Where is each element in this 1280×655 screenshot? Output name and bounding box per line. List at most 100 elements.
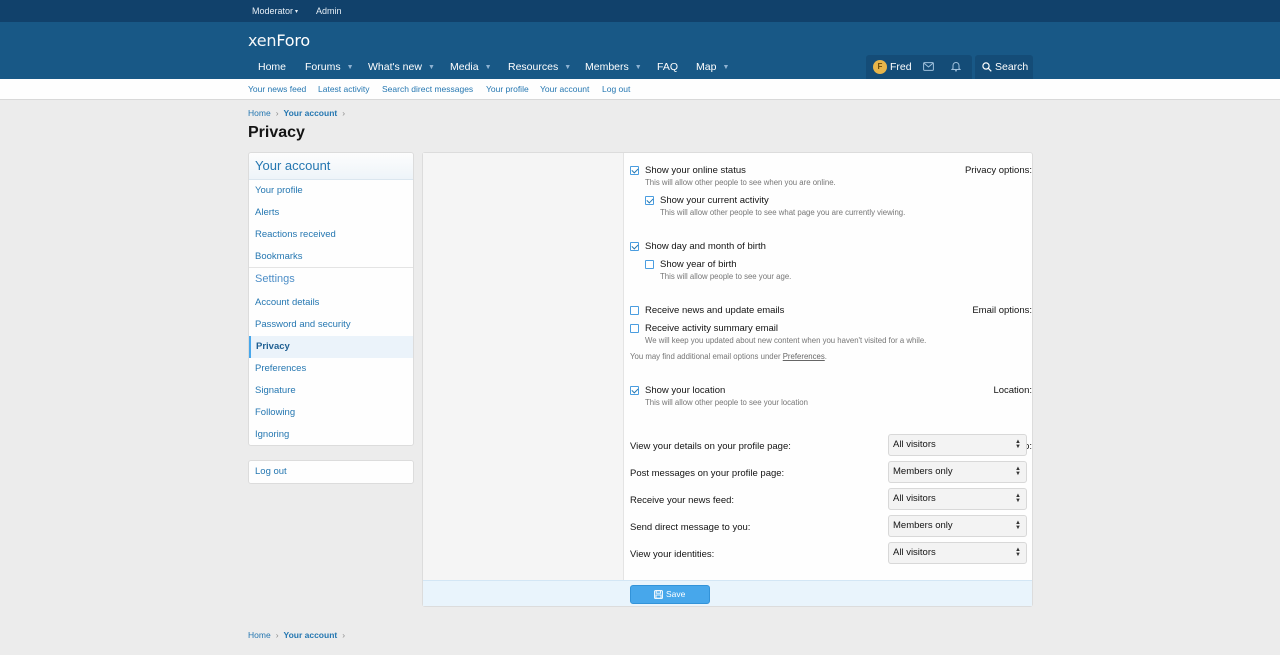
online-status-hint: This will allow other people to see when… — [645, 178, 836, 187]
save-button[interactable]: Save — [630, 585, 710, 604]
search-label: Search — [995, 61, 1029, 73]
moderator-label: Moderator — [252, 6, 294, 16]
nav-whats-new[interactable]: What's new ▼ — [368, 59, 435, 75]
breadcrumb-your-account[interactable]: Your account — [284, 630, 338, 640]
sidebar-item-password-and-security[interactable]: Password and security — [249, 314, 413, 336]
preferences-link[interactable]: Preferences — [783, 352, 825, 361]
nav-label: What's new — [368, 61, 422, 73]
online-status-label[interactable]: Show your online status — [645, 165, 746, 176]
subnav-log-out[interactable]: Log out — [602, 79, 630, 99]
page-title: Privacy — [248, 124, 305, 141]
chevron-down-icon[interactable]: ▼ — [485, 64, 492, 71]
user-panel: F Fred — [866, 55, 972, 79]
sidebar-item-signature[interactable]: Signature — [249, 380, 413, 402]
nav-members[interactable]: Members ▼ — [585, 59, 642, 75]
sidebar-item-your-profile[interactable]: Your profile — [249, 180, 413, 202]
year-of-birth-checkbox[interactable] — [645, 260, 654, 269]
user-name-link[interactable]: Fred — [890, 59, 912, 75]
chevron-down-icon[interactable]: ▼ — [635, 64, 642, 71]
nav-media[interactable]: Media ▼ — [450, 59, 492, 75]
nav-map[interactable]: Map ▼ — [696, 59, 729, 75]
view-details-select[interactable]: All visitors ▲ ▼ — [888, 434, 1027, 456]
news-emails-label[interactable]: Receive news and update emails — [645, 305, 784, 316]
nav-faq[interactable]: FAQ — [657, 59, 678, 75]
permission-label: Post messages on your profile page: — [630, 468, 785, 479]
sidebar-item-ignoring[interactable]: Ignoring — [249, 424, 413, 446]
breadcrumb-separator: › — [342, 108, 346, 118]
sidebar-item-privacy[interactable]: Privacy — [249, 336, 413, 358]
sidebar-header: Your account — [249, 153, 413, 180]
breadcrumb-separator: › — [275, 108, 279, 118]
activity-email-checkbox[interactable] — [630, 324, 639, 333]
year-of-birth-label[interactable]: Show year of birth — [660, 259, 737, 270]
select-arrows-icon: ▲ ▼ — [1015, 439, 1021, 450]
moderator-menu[interactable]: Moderator ▾ — [252, 0, 298, 22]
sidebar-item-preferences[interactable]: Preferences — [249, 358, 413, 380]
admin-link[interactable]: Admin — [316, 0, 342, 22]
show-location-label[interactable]: Show your location — [645, 385, 725, 396]
select-arrows-icon: ▲ ▼ — [1015, 547, 1021, 558]
search-button[interactable]: Search — [975, 55, 1033, 79]
location-label: Location: — [993, 385, 1032, 396]
activity-email-label[interactable]: Receive activity summary email — [645, 323, 778, 334]
site-logo[interactable]: xenForo — [248, 31, 310, 50]
select-value: Members only — [893, 520, 953, 531]
sidebar-logout-box: Log out — [248, 460, 414, 484]
email-options-label: Email options: — [972, 305, 1032, 316]
subnav-your-account[interactable]: Your account — [540, 79, 589, 99]
subnav-news-feed[interactable]: Your news feed — [248, 79, 306, 99]
current-activity-checkbox[interactable] — [645, 196, 654, 205]
news-emails-checkbox[interactable] — [630, 306, 639, 315]
direct-message-select[interactable]: Members only ▲ ▼ — [888, 515, 1027, 537]
subnav-your-profile[interactable]: Your profile — [486, 79, 529, 99]
breadcrumb-home[interactable]: Home — [248, 630, 271, 640]
sidebar-item-reactions-received[interactable]: Reactions received — [249, 224, 413, 246]
subnav-latest-activity[interactable]: Latest activity — [318, 79, 370, 99]
permission-label: Send direct message to you: — [630, 522, 751, 533]
current-activity-hint: This will allow other people to see what… — [660, 208, 906, 217]
breadcrumb-your-account[interactable]: Your account — [284, 108, 338, 118]
chevron-down-icon[interactable]: ▼ — [428, 64, 435, 71]
view-identities-select[interactable]: All visitors ▲ ▼ — [888, 542, 1027, 564]
nav-resources[interactable]: Resources ▼ — [508, 59, 571, 75]
nav-forums[interactable]: Forums ▼ — [305, 59, 354, 75]
email-options-note: You may find additional email options un… — [630, 352, 827, 361]
email-note-suffix: . — [824, 352, 827, 361]
breadcrumb-separator: › — [342, 630, 346, 640]
select-value: Members only — [893, 466, 953, 477]
sidebar-logout-link[interactable]: Log out — [255, 461, 287, 483]
envelope-icon[interactable] — [923, 62, 934, 71]
online-status-checkbox[interactable] — [630, 166, 639, 175]
news-feed-select[interactable]: All visitors ▲ ▼ — [888, 488, 1027, 510]
sidebar-item-bookmarks[interactable]: Bookmarks — [249, 246, 413, 268]
logo-text-bold: Foro — [276, 31, 311, 50]
logo-text-light: xen — [248, 31, 277, 50]
avatar[interactable]: F — [873, 60, 887, 74]
select-arrows-icon: ▲ ▼ — [1015, 466, 1021, 477]
select-arrows-icon: ▲ ▼ — [1015, 520, 1021, 531]
nav-home[interactable]: Home — [258, 59, 286, 75]
breadcrumb-home[interactable]: Home — [248, 108, 271, 118]
sidebar-item-account-details[interactable]: Account details — [249, 292, 413, 314]
current-activity-label[interactable]: Show your current activity — [660, 195, 769, 206]
form-submit-row: Save — [423, 580, 1032, 606]
select-value: All visitors — [893, 439, 936, 450]
post-messages-select[interactable]: Members only ▲ ▼ — [888, 461, 1027, 483]
show-location-checkbox[interactable] — [630, 386, 639, 395]
chevron-down-icon[interactable]: ▼ — [347, 64, 354, 71]
sidebar-item-following[interactable]: Following — [249, 402, 413, 424]
bell-icon[interactable] — [951, 61, 961, 72]
chevron-down-icon[interactable]: ▼ — [564, 64, 571, 71]
nav-label: Map — [696, 61, 717, 73]
chevron-down-icon[interactable]: ▼ — [722, 64, 729, 71]
sidebar-item-alerts[interactable]: Alerts — [249, 202, 413, 224]
activity-email-hint: We will keep you updated about new conte… — [645, 336, 927, 345]
subnav-search-direct-messages[interactable]: Search direct messages — [382, 79, 473, 99]
save-label: Save — [666, 589, 686, 599]
dob-checkbox[interactable] — [630, 242, 639, 251]
nav-label: Members — [585, 61, 629, 73]
chevron-down-icon: ▾ — [295, 9, 299, 15]
dob-label[interactable]: Show day and month of birth — [645, 241, 766, 252]
breadcrumb-footer: Home › Your account › — [248, 630, 350, 640]
nav-label: Media — [450, 61, 479, 73]
